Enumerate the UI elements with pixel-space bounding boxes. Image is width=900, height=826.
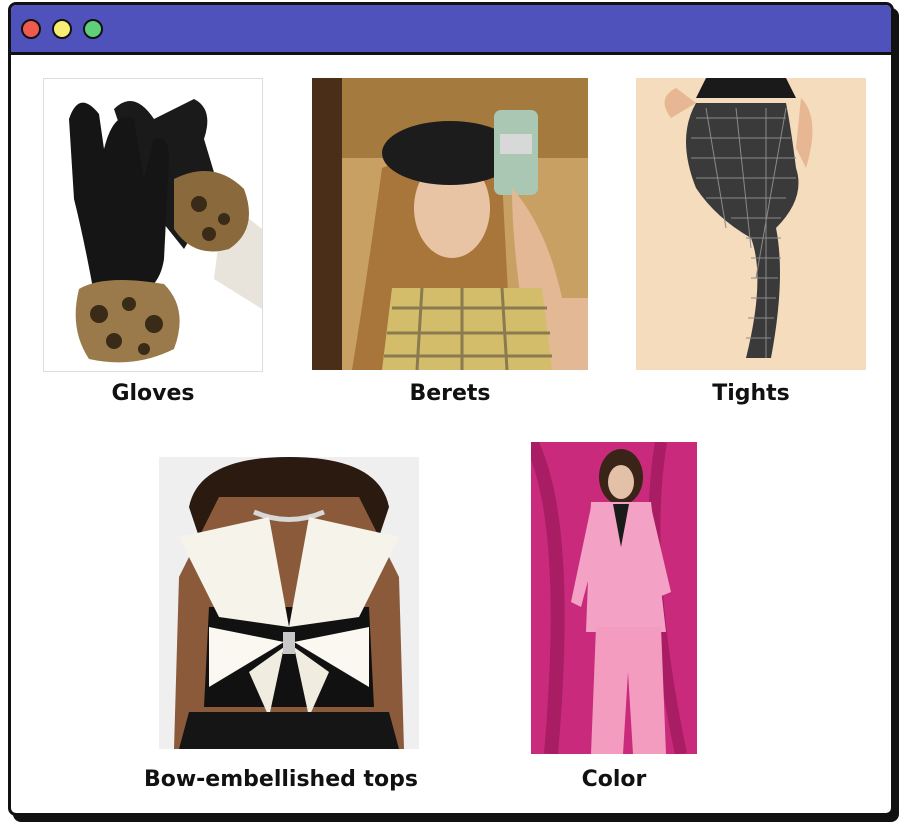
maximize-button[interactable] bbox=[83, 19, 103, 39]
close-button[interactable] bbox=[21, 19, 41, 39]
item-label: Color bbox=[581, 767, 647, 792]
berets-image[interactable] bbox=[312, 78, 588, 370]
item-label: Tights bbox=[712, 381, 790, 406]
item-label: Gloves bbox=[111, 381, 195, 406]
title-bar bbox=[11, 5, 891, 55]
minimize-button[interactable] bbox=[52, 19, 72, 39]
browser-window: Gloves Berets Tights Bow-embellished top… bbox=[8, 2, 894, 816]
tights-image[interactable] bbox=[636, 78, 866, 370]
item-label: Berets bbox=[409, 381, 491, 406]
item-card-color[interactable]: Color bbox=[531, 442, 699, 807]
bow-tops-image[interactable] bbox=[159, 457, 419, 749]
color-image[interactable] bbox=[531, 442, 697, 754]
item-card-berets[interactable]: Berets bbox=[312, 78, 588, 418]
item-label: Bow-embellished tops bbox=[143, 767, 419, 792]
gloves-image[interactable] bbox=[43, 78, 263, 372]
item-card-tights[interactable]: Tights bbox=[636, 78, 866, 418]
item-card-gloves[interactable]: Gloves bbox=[43, 78, 263, 418]
item-card-bow-tops[interactable]: Bow-embellished tops bbox=[131, 457, 431, 807]
